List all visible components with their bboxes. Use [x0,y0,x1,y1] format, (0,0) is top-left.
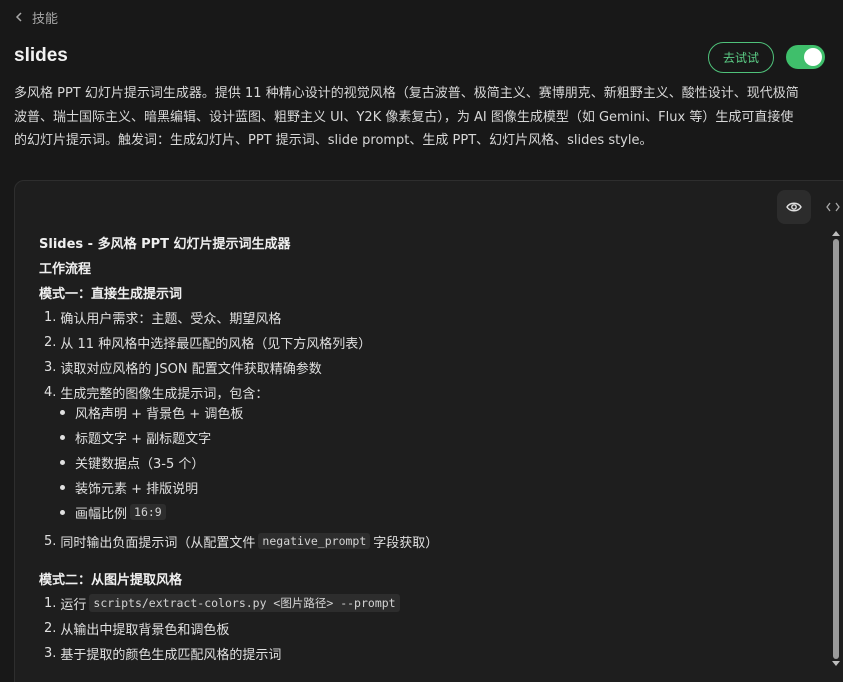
try-button[interactable]: 去试试 [708,42,774,73]
list-item: 2. 从输出中提取背景色和调色板 [44,620,230,638]
back-label: 技能 [32,11,59,27]
list-item: 3. 基于提取的颜色生成匹配风格的提示词 [44,645,282,663]
preview-button[interactable] [777,190,811,224]
ratio-code: 16:9 [130,504,166,520]
workflow-heading: 工作流程 [39,261,92,277]
back-link[interactable]: 技能 [14,6,58,28]
scrollbar-thumb[interactable] [833,239,839,659]
description-line: 波普、瑞士国际主义、暗黑编辑、设计蓝图、粗野主义 UI、Y2K 像素复古），为 … [14,109,794,125]
inline-code: negative_prompt [258,533,371,549]
scroll-up-arrow[interactable] [832,231,840,236]
list-item: 1. 确认用户需求：主题、受众、期望风格 [44,309,282,327]
description-line: 多风格 PPT 幻灯片提示词生成器。提供 11 种精心设计的视觉风格（复古波普、… [14,86,799,101]
source-button[interactable] [821,190,843,224]
bullet-item: 标题文字 + 副标题文字 [60,427,211,447]
scroll-down-arrow[interactable] [832,661,840,666]
bullet-item: 关键数据点（3-5 个） [60,452,204,472]
doc-heading: Slides - 多风格 PPT 幻灯片提示词生成器 [39,236,291,252]
mode2-heading: 模式二：从图片提取风格 [39,572,183,588]
description-line: 的幻灯片提示词。触发词：生成幻灯片、PPT 提示词、slide prompt、生… [14,133,653,148]
skill-document-panel: Slides - 多风格 PPT 幻灯片提示词生成器 工作流程 模式一：直接生成… [14,180,843,682]
inline-code: scripts/extract-colors.py <图片路径> --promp… [89,594,400,612]
scrollbar[interactable] [831,231,841,671]
enable-toggle[interactable] [786,45,825,69]
list-item: 4. 生成完整的图像生成提示词，包含： [44,384,269,402]
skill-description: 多风格 PPT 幻灯片提示词生成器。提供 11 种精心设计的视觉风格（复古波普、… [14,82,843,153]
list-item: 5. 同时输出负面提示词（从配置文件 negative_prompt 字段获取） [44,533,439,551]
chevron-left-icon [15,12,22,22]
list-item: 1. 运行 scripts/extract-colors.py <图片路径> --p… [44,593,403,613]
toggle-knob [804,48,822,66]
eye-icon [786,202,802,212]
bullet-item: 装饰元素 + 排版说明 [60,477,198,497]
list-item: 2. 从 11 种风格中选择最匹配的风格（见下方风格列表） [44,334,372,352]
bullet-item: 风格声明 + 背景色 + 调色板 [60,402,243,422]
bullet-item: 画幅比例 16:9 [60,502,169,522]
list-item: 3. 读取对应风格的 JSON 配置文件获取精确参数 [44,359,322,377]
code-icon [826,202,840,212]
mode1-heading: 模式一：直接生成提示词 [39,286,183,302]
page-title: slides [14,45,68,66]
